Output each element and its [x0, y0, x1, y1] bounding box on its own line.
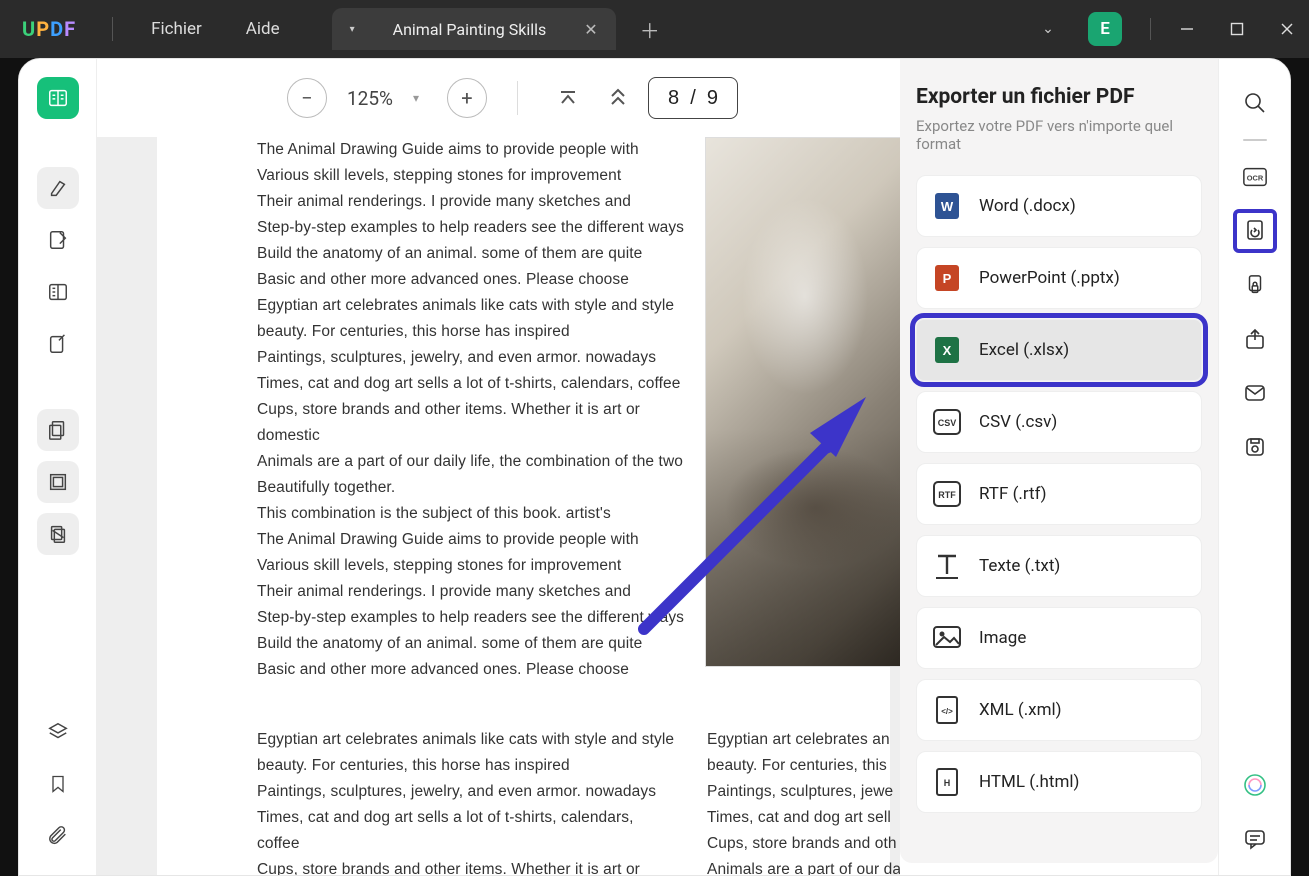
export-rtf[interactable]: RTF RTF (.rtf) — [916, 463, 1202, 525]
export-powerpoint[interactable]: P PowerPoint (.pptx) — [916, 247, 1202, 309]
bookmark-button[interactable] — [37, 763, 79, 805]
new-tab-button[interactable]: ＋ — [640, 15, 660, 44]
export-label: Image — [979, 628, 1026, 648]
zoom-dropdown-icon[interactable]: ▾ — [413, 91, 419, 105]
form-tool-button[interactable] — [37, 271, 79, 313]
separator — [112, 17, 113, 41]
search-button[interactable] — [1233, 81, 1277, 125]
separator — [517, 81, 518, 115]
first-page-button[interactable] — [548, 78, 588, 118]
right-sidebar: OCR — [1218, 59, 1290, 875]
export-label: CSV (.csv) — [979, 412, 1057, 432]
maximize-button[interactable] — [1215, 0, 1259, 58]
word-icon: W — [933, 192, 961, 220]
svg-text:</>: </> — [941, 707, 953, 716]
export-excel[interactable]: X Excel (.xlsx) — [916, 319, 1202, 381]
zoom-value[interactable]: 125% — [347, 87, 393, 110]
app-logo: UPDF — [22, 17, 76, 41]
zoom-in-button[interactable]: + — [447, 78, 487, 118]
comment-button[interactable] — [1233, 817, 1277, 861]
document-page: The Animal Drawing Guide aims to provide… — [157, 137, 890, 875]
svg-text:RTF: RTF — [938, 490, 956, 500]
close-icon[interactable]: ✕ — [584, 20, 597, 39]
pages-tool-button[interactable] — [37, 409, 79, 451]
image-icon — [933, 624, 961, 652]
export-word[interactable]: W Word (.docx) — [916, 175, 1202, 237]
export-label: XML (.xml) — [979, 700, 1062, 720]
export-subtitle: Exportez votre PDF vers n'importe quel f… — [916, 117, 1202, 153]
zoom-out-button[interactable]: − — [287, 78, 327, 118]
export-csv[interactable]: CSV CSV (.csv) — [916, 391, 1202, 453]
text-icon — [933, 552, 961, 580]
csv-icon: CSV — [933, 408, 961, 436]
save-button[interactable] — [1233, 425, 1277, 469]
export-image[interactable]: Image — [916, 607, 1202, 669]
export-text[interactable]: Texte (.txt) — [916, 535, 1202, 597]
export-label: Excel (.xlsx) — [979, 340, 1069, 360]
main-frame: OCR − 125% ▾ + The Animal Drawing Guide … — [18, 58, 1291, 876]
export-label: RTF (.rtf) — [979, 484, 1047, 504]
ai-assistant-button[interactable] — [1233, 763, 1277, 807]
tab-overflow-icon[interactable]: ⌄ — [1028, 21, 1068, 37]
export-panel: Exporter un fichier PDF Exportez votre P… — [900, 59, 1218, 863]
doc-text-block-3: Egyptian art celebrates anbeauty. For ce… — [707, 727, 900, 875]
svg-text:X: X — [943, 343, 952, 358]
svg-text:H: H — [944, 778, 951, 788]
xml-icon: </> — [933, 696, 961, 724]
close-button[interactable] — [1265, 0, 1309, 58]
ppt-icon: P — [933, 264, 961, 292]
tab-title: Animal Painting Skills — [393, 20, 547, 39]
svg-text:CSV: CSV — [938, 418, 957, 428]
separator — [1243, 139, 1267, 141]
menu-file[interactable]: Fichier — [129, 19, 224, 39]
page-input[interactable] — [648, 77, 738, 119]
excel-icon: X — [933, 336, 961, 364]
export-html[interactable]: H HTML (.html) — [916, 751, 1202, 813]
tab-dropdown-icon[interactable]: ▾ — [350, 24, 355, 35]
svg-text:OCR: OCR — [1246, 174, 1263, 183]
export-label: Texte (.txt) — [979, 556, 1060, 576]
reader-mode-button[interactable] — [37, 77, 79, 119]
attachment-button[interactable] — [37, 815, 79, 857]
export-pdf-button[interactable] — [1233, 209, 1277, 253]
left-sidebar — [19, 59, 97, 875]
protect-button[interactable] — [1233, 263, 1277, 307]
svg-text:W: W — [941, 199, 954, 214]
html-icon: H — [933, 768, 961, 796]
prev-page-button[interactable] — [598, 78, 638, 118]
organize-tool-button[interactable] — [37, 323, 79, 365]
export-label: PowerPoint (.pptx) — [979, 268, 1120, 288]
export-xml[interactable]: </> XML (.xml) — [916, 679, 1202, 741]
separator — [1150, 18, 1151, 40]
svg-text:P: P — [943, 271, 952, 286]
edit-tool-button[interactable] — [37, 219, 79, 261]
minimize-button[interactable] — [1165, 0, 1209, 58]
highlight-tool-button[interactable] — [37, 167, 79, 209]
redact-tool-button[interactable] — [37, 513, 79, 555]
ocr-button[interactable]: OCR — [1233, 155, 1277, 199]
document-area[interactable]: The Animal Drawing Guide aims to provide… — [97, 137, 900, 875]
doc-illustration — [705, 137, 900, 667]
email-button[interactable] — [1233, 371, 1277, 415]
titlebar: UPDF Fichier Aide ▾ Animal Painting Skil… — [0, 0, 1309, 58]
doc-text-block-1: The Animal Drawing Guide aims to provide… — [257, 137, 687, 683]
menu-help[interactable]: Aide — [224, 19, 302, 39]
share-button[interactable] — [1233, 317, 1277, 361]
export-title: Exporter un fichier PDF — [916, 85, 1202, 109]
user-avatar[interactable]: E — [1088, 12, 1122, 46]
crop-tool-button[interactable] — [37, 461, 79, 503]
export-label: Word (.docx) — [979, 196, 1076, 216]
rtf-icon: RTF — [933, 480, 961, 508]
document-tab[interactable]: ▾ Animal Painting Skills ✕ — [332, 8, 616, 50]
doc-text-block-2: Egyptian art celebrates animals like cat… — [257, 727, 677, 875]
export-label: HTML (.html) — [979, 772, 1079, 792]
layers-button[interactable] — [37, 711, 79, 753]
